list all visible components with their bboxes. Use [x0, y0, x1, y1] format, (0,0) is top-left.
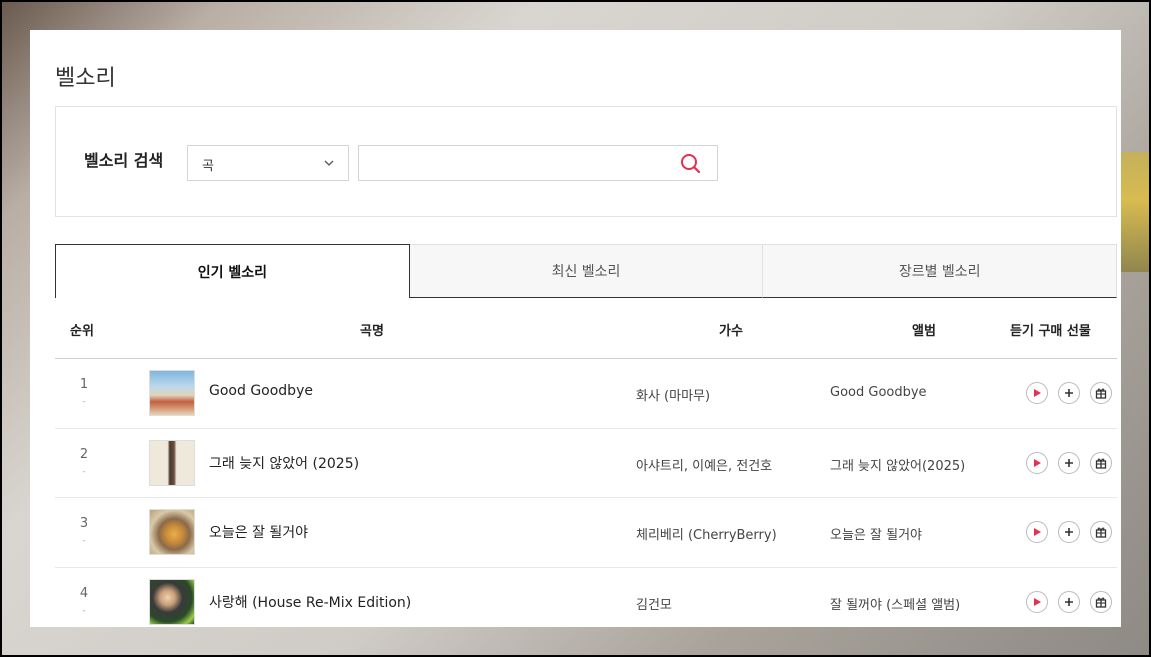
ringtone-panel: 벨소리 벨소리 검색 곡 인기 벨소리 최신 벨소리 장르별 벨소리 순위 곡명…: [30, 30, 1121, 627]
album-name[interactable]: Good Goodbye: [830, 385, 927, 400]
rank-number: 2: [79, 446, 89, 462]
gift-icon: [1095, 388, 1107, 399]
search-icon[interactable]: [678, 151, 704, 177]
song-title[interactable]: 오늘은 잘 될거야: [209, 522, 308, 542]
rank-change: -: [82, 397, 86, 407]
search-label: 벨소리 검색: [84, 151, 164, 170]
table-row: 3 - 오늘은 잘 될거야 체리베리 (CherryBerry) 오늘은 잘 될…: [55, 498, 1117, 568]
search-type-value: 곡: [202, 159, 214, 174]
table-header: 순위 곡명 가수 앨범 듣기 구매 선물: [55, 298, 1117, 359]
album-cover[interactable]: [149, 439, 195, 486]
artist-name[interactable]: 체리베리 (CherryBerry): [636, 524, 777, 543]
gift-icon: [1095, 597, 1107, 608]
rank-change: -: [82, 536, 86, 546]
artist-name[interactable]: 화사 (마마무): [636, 385, 710, 404]
rank-change: -: [82, 605, 86, 616]
plus-icon: [1065, 597, 1073, 606]
buy-button[interactable]: [1058, 451, 1080, 474]
gift-icon: [1095, 527, 1107, 538]
search-box: 벨소리 검색 곡: [55, 106, 1117, 217]
plus-icon: [1065, 458, 1073, 467]
play-button[interactable]: [1026, 382, 1048, 404]
song-title[interactable]: 사랑해 (House Re-Mix Edition): [209, 592, 411, 612]
header-song: 곡명: [360, 324, 384, 339]
album-name[interactable]: 그래 늦지 않았어(2025): [830, 455, 965, 474]
header-actions: 듣기 구매 선물: [1010, 324, 1091, 339]
gift-button[interactable]: [1090, 451, 1112, 474]
search-type-select[interactable]: 곡: [187, 145, 349, 181]
song-title[interactable]: Good Goodbye: [209, 383, 313, 399]
page-title: 벨소리: [55, 66, 116, 91]
gift-button[interactable]: [1090, 590, 1112, 613]
rank-number: 3: [79, 516, 89, 531]
song-title[interactable]: 그래 늦지 않았어 (2025): [209, 453, 359, 473]
gift-icon: [1095, 458, 1107, 469]
plus-icon: [1065, 389, 1073, 397]
album-cover[interactable]: [149, 370, 195, 416]
header-artist: 가수: [719, 324, 743, 339]
chevron-down-icon: [324, 160, 334, 166]
play-button[interactable]: [1026, 590, 1048, 613]
tab-latest[interactable]: 최신 벨소리: [409, 244, 764, 298]
play-icon: [1034, 458, 1041, 467]
rank-number: 1: [79, 377, 89, 392]
ringtone-table: 순위 곡명 가수 앨범 듣기 구매 선물 1 - Good Goodbye 화사…: [55, 298, 1117, 627]
album-name[interactable]: 오늘은 잘 될거야: [830, 524, 922, 543]
rank-number: 4: [79, 585, 89, 601]
play-button[interactable]: [1026, 521, 1048, 543]
tab-popular[interactable]: 인기 벨소리: [55, 244, 410, 298]
play-icon: [1034, 389, 1041, 397]
album-cover[interactable]: [149, 578, 195, 625]
rank-change: -: [82, 466, 86, 477]
header-album: 앨범: [912, 324, 936, 339]
plus-icon: [1065, 528, 1073, 536]
buy-button[interactable]: [1058, 521, 1080, 543]
play-button[interactable]: [1026, 451, 1048, 474]
search-input[interactable]: [358, 145, 718, 181]
table-row: 2 - 그래 늦지 않았어 (2025) 아샤트리, 이예은, 전건호 그래 늦…: [55, 429, 1117, 498]
table-row: 1 - Good Goodbye 화사 (마마무) Good Goodbye: [55, 359, 1117, 429]
gift-button[interactable]: [1090, 521, 1112, 543]
play-icon: [1034, 528, 1041, 536]
ringtone-tabs: 인기 벨소리 최신 벨소리 장르별 벨소리: [55, 244, 1118, 298]
buy-button[interactable]: [1058, 382, 1080, 404]
artist-name[interactable]: 아샤트리, 이예은, 전건호: [636, 455, 772, 474]
table-row: 4 - 사랑해 (House Re-Mix Edition) 김건모 잘 될꺼야…: [55, 568, 1117, 628]
buy-button[interactable]: [1058, 590, 1080, 613]
album-name[interactable]: 잘 될꺼야 (스페셜 앨범): [830, 594, 960, 613]
play-icon: [1034, 597, 1041, 606]
album-cover[interactable]: [149, 509, 195, 555]
tab-genre[interactable]: 장르별 벨소리: [763, 244, 1118, 298]
gift-button[interactable]: [1090, 382, 1112, 404]
artist-name[interactable]: 김건모: [636, 594, 672, 613]
header-rank: 순위: [70, 324, 94, 339]
